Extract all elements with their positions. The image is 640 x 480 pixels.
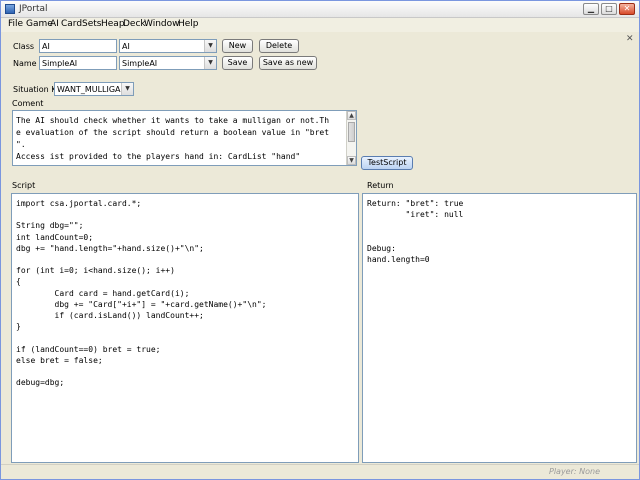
name-label: Name — [13, 59, 37, 68]
close-icon[interactable]: ✕ — [619, 3, 635, 15]
main-panel: ✕ Class AI AI ▼ New Delete Name SimpleAI… — [3, 32, 637, 464]
menu-help[interactable]: Help — [178, 19, 199, 29]
menu-sets[interactable]: Sets — [82, 19, 101, 29]
name-select-value: SimpleAI — [122, 59, 158, 68]
minimize-icon[interactable]: ▁ — [583, 3, 599, 15]
test-script-button[interactable]: TestScript — [361, 156, 413, 170]
menu-ai[interactable]: AI — [50, 19, 59, 29]
class-label: Class — [13, 42, 35, 51]
comment-textarea[interactable]: The AI should check whether it wants to … — [12, 110, 357, 166]
menu-game[interactable]: Game — [26, 19, 53, 29]
name-field[interactable]: SimpleAI — [39, 56, 117, 70]
menu-deck[interactable]: Deck — [123, 19, 146, 29]
app-icon — [5, 4, 15, 14]
menu-card[interactable]: Card — [61, 19, 82, 29]
chevron-down-icon[interactable]: ▼ — [204, 57, 216, 69]
menu-bar: File Game AI Card Sets Heap Deck Window … — [1, 18, 639, 32]
situation-key-select[interactable]: WANT_MULLIGAN ▼ — [54, 82, 134, 96]
status-bar: Player: None — [1, 464, 639, 479]
scroll-up-icon[interactable]: ▲ — [347, 111, 356, 120]
maximize-icon[interactable]: □ — [601, 3, 617, 15]
situation-key-value: WANT_MULLIGAN — [57, 85, 127, 94]
save-button[interactable]: Save — [222, 56, 253, 70]
delete-button[interactable]: Delete — [259, 39, 299, 53]
window-title: JPortal — [19, 4, 48, 14]
script-label: Script — [12, 181, 36, 190]
comment-label: Coment — [12, 99, 44, 108]
script-editor[interactable]: import csa.jportal.card.*;​String dbg=""… — [11, 193, 359, 463]
class-select[interactable]: AI ▼ — [119, 39, 217, 53]
comment-scrollbar[interactable]: ▲ ▼ — [346, 111, 356, 165]
save-as-new-button[interactable]: Save as new — [259, 56, 317, 70]
chevron-down-icon[interactable]: ▼ — [121, 83, 133, 95]
app-window: JPortal ▁ □ ✕ File Game AI Card Sets Hea… — [0, 0, 640, 480]
title-bar[interactable]: JPortal ▁ □ ✕ — [1, 1, 639, 18]
script-code: import csa.jportal.card.*;​String dbg=""… — [16, 199, 267, 388]
scroll-down-icon[interactable]: ▼ — [347, 156, 356, 165]
chevron-down-icon[interactable]: ▼ — [204, 40, 216, 52]
return-text: Return: "bret": true "iret": null​​Debug… — [367, 199, 464, 265]
menu-window[interactable]: Window — [144, 19, 180, 29]
comment-text: The AI should check whether it wants to … — [16, 116, 330, 161]
return-output[interactable]: Return: "bret": true "iret": null​​Debug… — [362, 193, 637, 463]
name-select[interactable]: SimpleAI ▼ — [119, 56, 217, 70]
player-status: Player: None — [549, 467, 601, 476]
class-select-value: AI — [122, 42, 130, 51]
close-panel-icon[interactable]: ✕ — [626, 34, 634, 44]
new-button[interactable]: New — [222, 39, 253, 53]
menu-heap[interactable]: Heap — [101, 19, 125, 29]
class-field[interactable]: AI — [39, 39, 117, 53]
return-label: Return — [367, 181, 394, 190]
scroll-thumb[interactable] — [348, 122, 355, 142]
menu-file[interactable]: File — [8, 19, 23, 29]
